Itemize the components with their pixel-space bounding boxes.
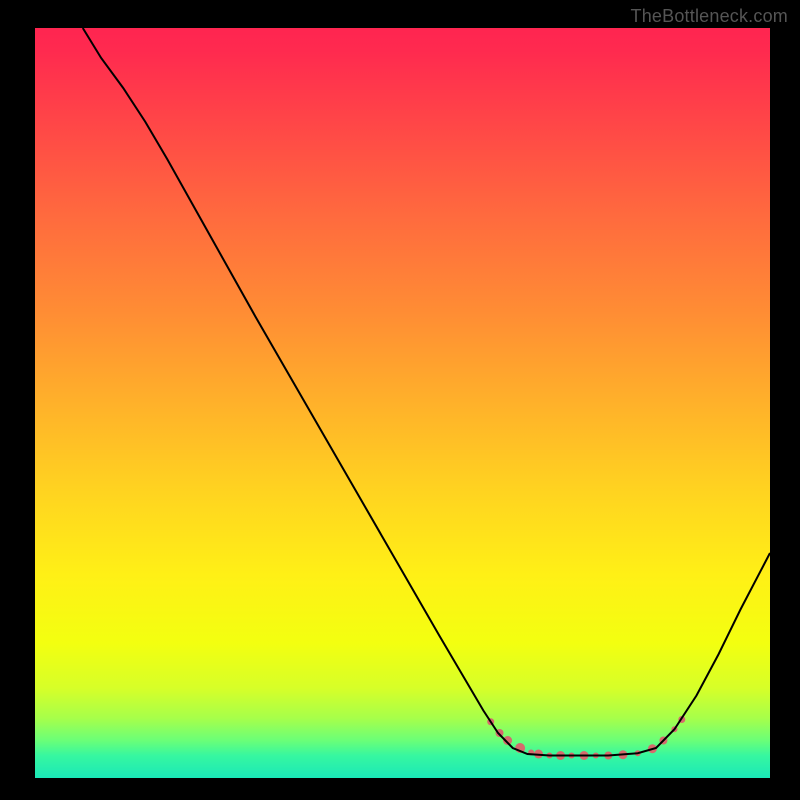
gradient-background: [35, 28, 770, 778]
watermark-label: TheBottleneck.com: [631, 6, 788, 27]
plot-area: [35, 28, 770, 778]
chart-container: TheBottleneck.com: [0, 0, 800, 800]
chart-svg: [35, 28, 770, 778]
